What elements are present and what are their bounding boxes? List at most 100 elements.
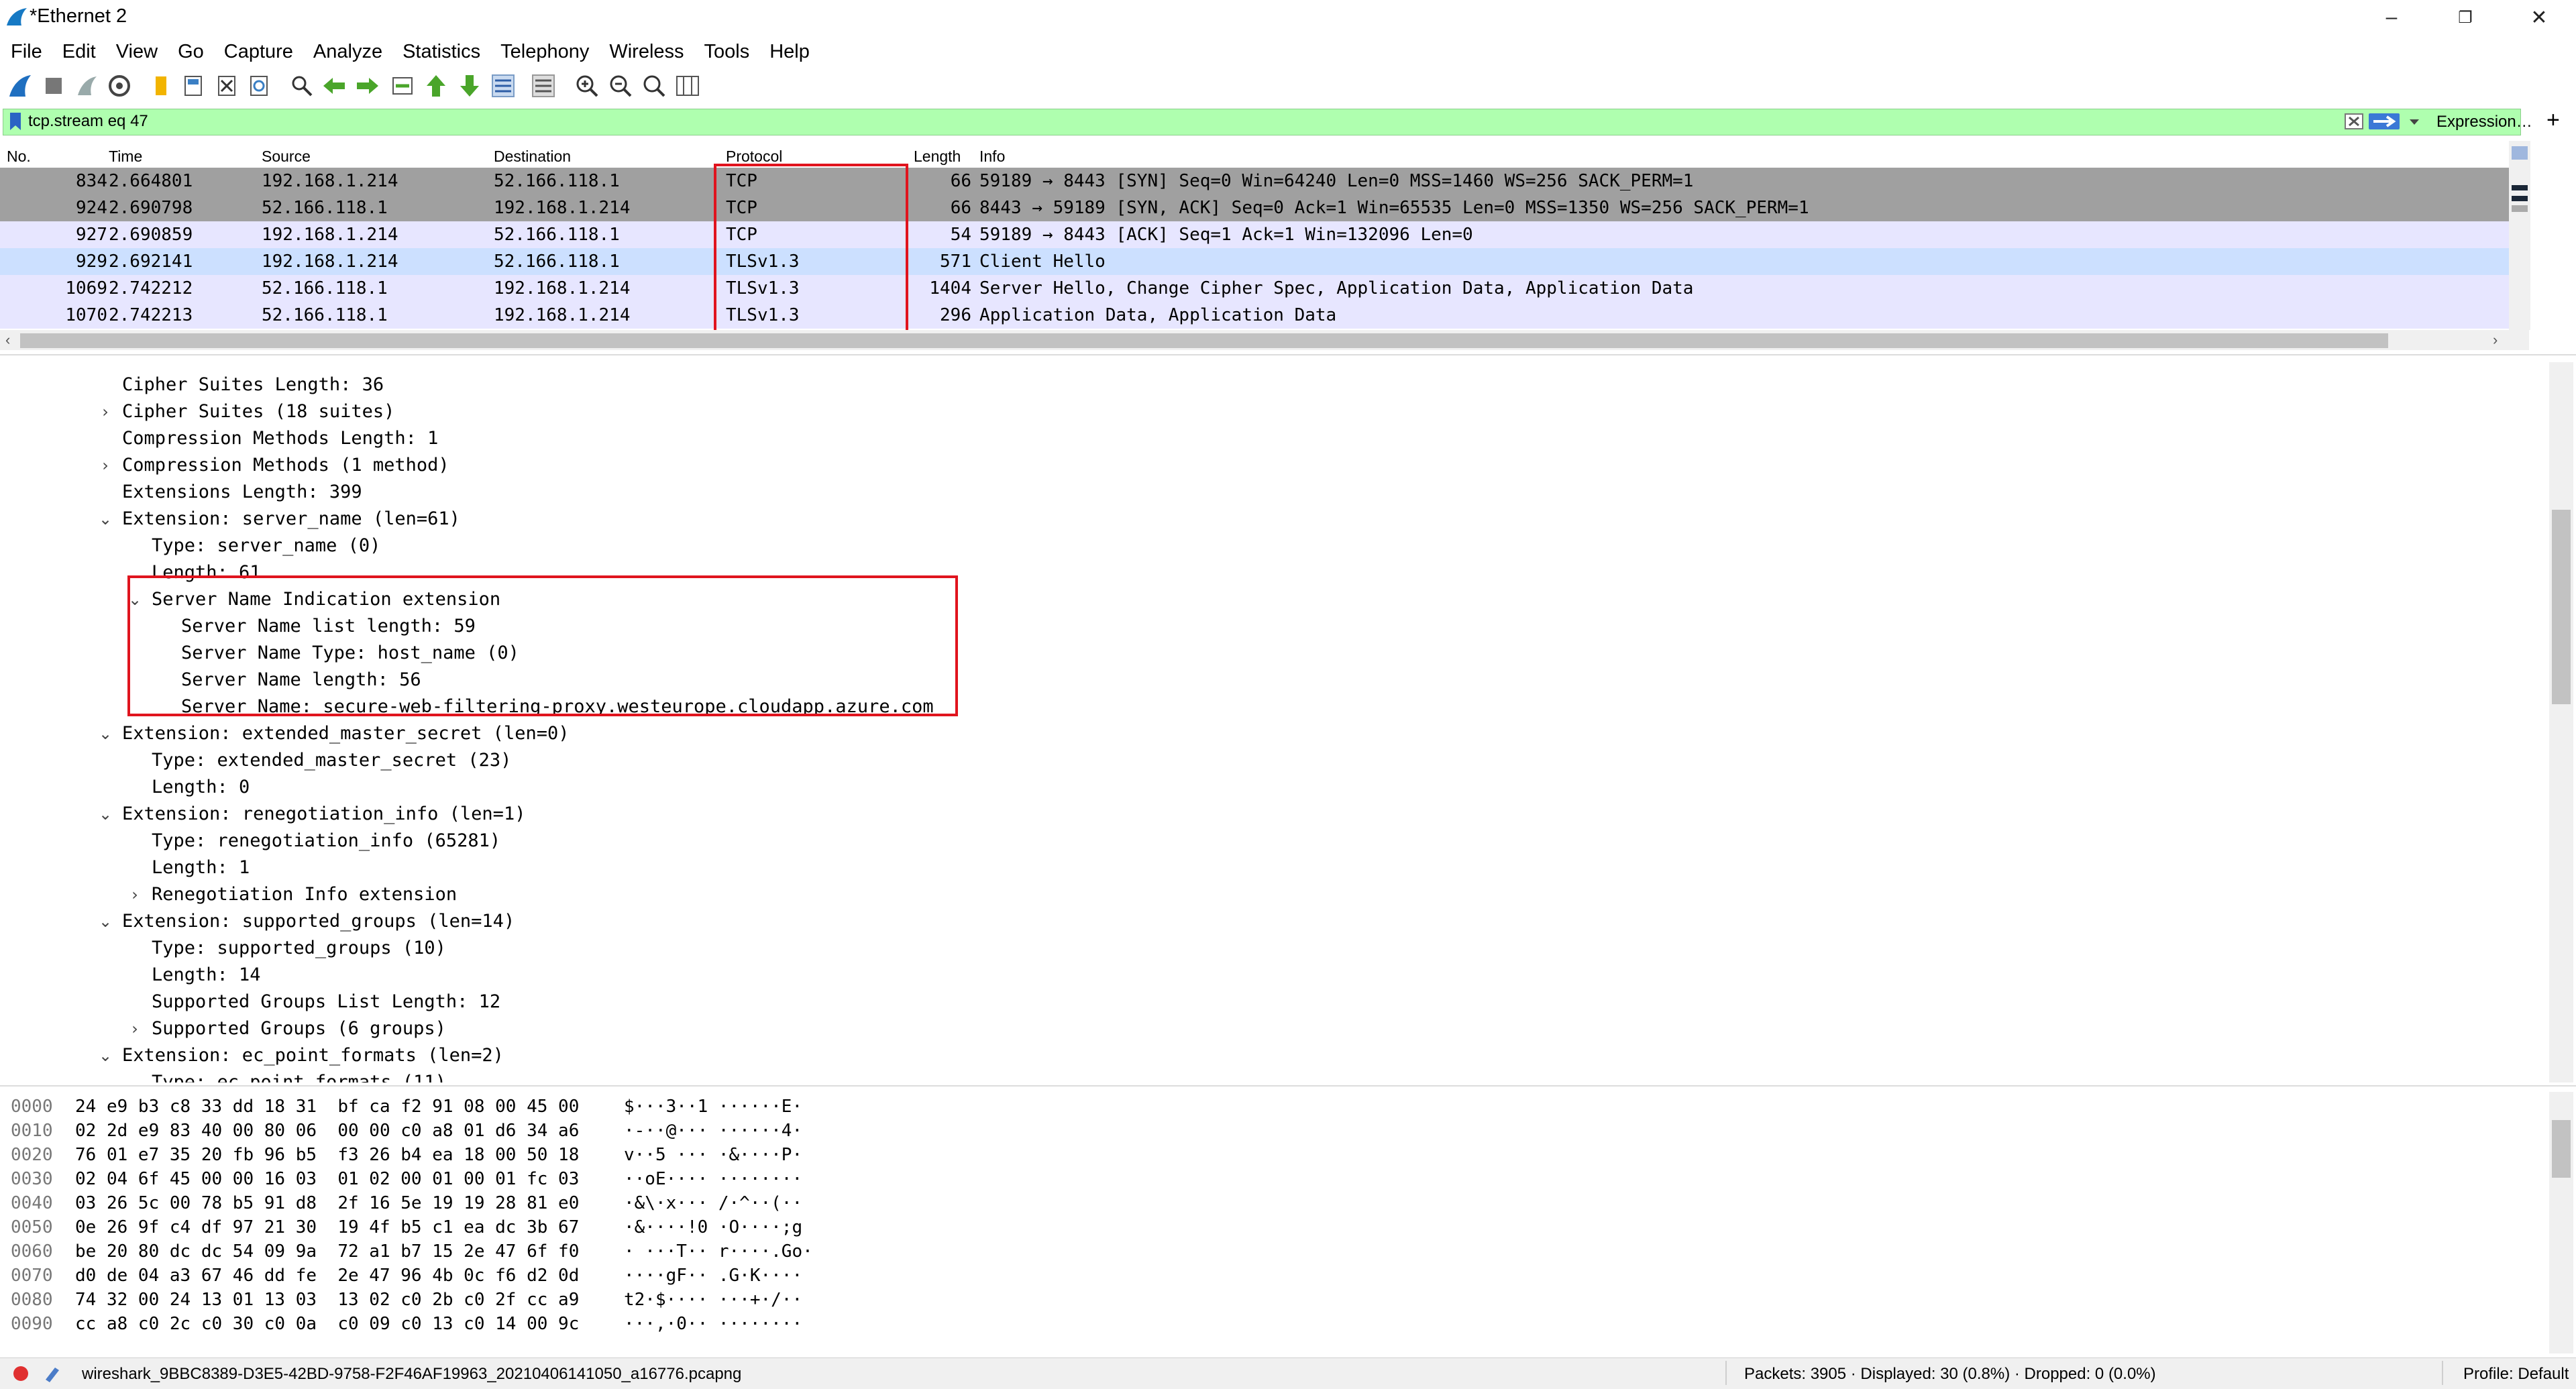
tree-node[interactable]: Type: supported_groups (10) bbox=[152, 935, 446, 962]
filter-history-dropdown-icon[interactable] bbox=[2407, 115, 2422, 129]
restore-button[interactable]: ❐ bbox=[2428, 0, 2502, 35]
collapse-arrow-icon[interactable]: ⌄ bbox=[95, 506, 115, 533]
tree-node[interactable]: Supported Groups List Length: 12 bbox=[152, 989, 500, 1015]
display-filter-input[interactable] bbox=[27, 110, 2344, 133]
column-time[interactable]: Time bbox=[109, 148, 142, 166]
close-button[interactable]: ✕ bbox=[2502, 0, 2576, 35]
column-info[interactable]: Info bbox=[979, 148, 1005, 166]
hex-ascii[interactable]: ··oE···· ········ bbox=[624, 1167, 802, 1191]
tree-node[interactable]: Type: server_name (0) bbox=[152, 533, 380, 559]
hex-bytes[interactable]: 03 26 5c 00 78 b5 91 d8 2f 16 5e 19 19 2… bbox=[75, 1191, 579, 1215]
tree-node[interactable]: Cipher Suites (18 suites) bbox=[122, 398, 394, 425]
details-scroll-thumb[interactable] bbox=[2552, 510, 2571, 704]
hex-ascii[interactable]: ·&\·x··· /·^··(·· bbox=[624, 1191, 802, 1215]
clear-filter-icon[interactable] bbox=[2344, 111, 2364, 131]
bookmark-icon[interactable] bbox=[8, 111, 23, 131]
find-packet-icon[interactable] bbox=[288, 72, 315, 99]
zoom-in-icon[interactable] bbox=[574, 72, 600, 99]
packet-row[interactable]: 929 2.692141 192.168.1.214 52.166.118.1 … bbox=[0, 248, 2509, 275]
menu-edit[interactable]: Edit bbox=[62, 41, 96, 63]
packet-row[interactable]: 1069 2.742212 52.166.118.1 192.168.1.214… bbox=[0, 275, 2509, 302]
hex-ascii[interactable]: ···,·0·· ········ bbox=[624, 1312, 802, 1336]
details-vertical-scrollbar[interactable] bbox=[2549, 362, 2573, 1082]
profile-indicator[interactable]: Profile: Default bbox=[2463, 1365, 2569, 1384]
tree-node[interactable]: Length: 14 bbox=[152, 962, 261, 989]
zoom-out-icon[interactable] bbox=[607, 72, 634, 99]
menu-capture[interactable]: Capture bbox=[224, 41, 293, 63]
menu-wireless[interactable]: Wireless bbox=[609, 41, 684, 63]
tree-node[interactable]: Length: 0 bbox=[152, 774, 250, 801]
expression-button[interactable]: Expression… bbox=[2436, 113, 2532, 131]
pane-divider[interactable] bbox=[0, 1085, 2576, 1087]
hex-ascii[interactable]: v··5 ··· ·&····P· bbox=[624, 1143, 802, 1167]
packet-row[interactable]: 924 2.690798 52.166.118.1 192.168.1.214 … bbox=[0, 195, 2509, 221]
tree-node[interactable]: Length: 1 bbox=[152, 854, 250, 881]
hex-bytes[interactable]: 0e 26 9f c4 df 97 21 30 19 4f b5 c1 ea d… bbox=[75, 1215, 579, 1239]
go-to-packet-icon[interactable] bbox=[389, 72, 416, 99]
hex-bytes[interactable]: 02 04 6f 45 00 00 16 03 01 02 00 01 00 0… bbox=[75, 1167, 579, 1191]
horizontal-scroll-thumb[interactable] bbox=[20, 333, 2388, 348]
scroll-left-icon[interactable]: ‹ bbox=[5, 331, 10, 349]
hex-ascii[interactable]: t2·$···· ···+·/·· bbox=[624, 1288, 802, 1312]
menu-go[interactable]: Go bbox=[178, 41, 204, 63]
tree-node[interactable]: Extension: renegotiation_info (len=1) bbox=[122, 801, 525, 828]
open-file-icon[interactable] bbox=[149, 72, 176, 99]
collapse-arrow-icon[interactable]: ⌄ bbox=[95, 1042, 115, 1069]
menu-telephony[interactable]: Telephony bbox=[500, 41, 589, 63]
expand-arrow-icon[interactable]: › bbox=[125, 1015, 145, 1042]
go-forward-icon[interactable] bbox=[354, 72, 381, 99]
menu-file[interactable]: File bbox=[11, 41, 42, 63]
autoscroll-icon[interactable] bbox=[490, 72, 517, 99]
zoom-normal-icon[interactable] bbox=[641, 72, 667, 99]
capture-comment-icon[interactable] bbox=[42, 1364, 62, 1384]
expert-info-icon[interactable] bbox=[12, 1365, 30, 1382]
minimize-button[interactable]: – bbox=[2355, 0, 2428, 35]
menu-tools[interactable]: Tools bbox=[704, 41, 750, 63]
go-back-icon[interactable] bbox=[321, 72, 347, 99]
packet-row[interactable]: 1070 2.742213 52.166.118.1 192.168.1.214… bbox=[0, 302, 2509, 329]
menu-view[interactable]: View bbox=[116, 41, 158, 63]
hex-ascii[interactable]: ·-··@··· ······4· bbox=[624, 1119, 802, 1143]
packet-list-vertical-scrollbar[interactable] bbox=[2509, 141, 2530, 330]
tree-node[interactable]: Renegotiation Info extension bbox=[152, 881, 457, 908]
column-protocol[interactable]: Protocol bbox=[726, 148, 782, 166]
tree-node[interactable]: Extensions Length: 399 bbox=[122, 479, 362, 506]
column-source[interactable]: Source bbox=[262, 148, 311, 166]
expand-arrow-icon[interactable]: › bbox=[95, 398, 115, 425]
tree-node[interactable]: Extension: ec_point_formats (len=2) bbox=[122, 1042, 504, 1069]
hex-bytes[interactable]: 76 01 e7 35 20 fb 96 b5 f3 26 b4 ea 18 0… bbox=[75, 1143, 579, 1167]
menu-statistics[interactable]: Statistics bbox=[402, 41, 480, 63]
column-no[interactable]: No. bbox=[7, 148, 31, 166]
hex-ascii[interactable]: ····gF·· .G·K···· bbox=[624, 1264, 802, 1288]
colorize-icon[interactable] bbox=[530, 72, 557, 99]
column-length[interactable]: Length bbox=[914, 148, 961, 166]
bytes-scroll-thumb[interactable] bbox=[2552, 1120, 2571, 1178]
tree-node[interactable]: Cipher Suites Length: 36 bbox=[122, 372, 384, 398]
tree-node[interactable]: Extension: extended_master_secret (len=0… bbox=[122, 720, 569, 747]
hex-bytes[interactable]: be 20 80 dc dc 54 09 9a 72 a1 b7 15 2e 4… bbox=[75, 1239, 579, 1264]
hex-bytes[interactable]: d0 de 04 a3 67 46 dd fe 2e 47 96 4b 0c f… bbox=[75, 1264, 579, 1288]
collapse-arrow-icon[interactable]: ⌄ bbox=[95, 720, 115, 747]
last-packet-icon[interactable] bbox=[456, 72, 483, 99]
tree-node[interactable]: Type: ec_point_formats (11) bbox=[152, 1069, 446, 1082]
hex-ascii[interactable]: · ···T·· r····.Go· bbox=[624, 1239, 813, 1264]
column-destination[interactable]: Destination bbox=[494, 148, 571, 166]
collapse-arrow-icon[interactable]: ⌄ bbox=[95, 801, 115, 828]
hex-bytes[interactable]: 74 32 00 24 13 01 13 03 13 02 c0 2b c0 2… bbox=[75, 1288, 579, 1312]
hex-ascii[interactable]: ·&····!0 ·O····;g bbox=[624, 1215, 802, 1239]
tree-node[interactable]: Extension: supported_groups (len=14) bbox=[122, 908, 515, 935]
stop-capture-icon[interactable] bbox=[40, 72, 67, 99]
expand-arrow-icon[interactable]: › bbox=[95, 452, 115, 479]
resize-columns-icon[interactable] bbox=[674, 72, 701, 99]
hex-bytes[interactable]: cc a8 c0 2c c0 30 c0 0a c0 09 c0 13 c0 1… bbox=[75, 1312, 579, 1336]
apply-filter-icon[interactable] bbox=[2368, 111, 2400, 131]
packet-row[interactable]: 834 2.664801 192.168.1.214 52.166.118.1 … bbox=[0, 168, 2509, 195]
tree-node[interactable]: Extension: server_name (len=61) bbox=[122, 506, 460, 533]
hex-bytes[interactable]: 24 e9 b3 c8 33 dd 18 31 bf ca f2 91 08 0… bbox=[75, 1095, 579, 1119]
collapse-arrow-icon[interactable]: ⌄ bbox=[95, 908, 115, 935]
packet-row[interactable]: 927 2.690859 192.168.1.214 52.166.118.1 … bbox=[0, 221, 2509, 248]
menu-help[interactable]: Help bbox=[769, 41, 810, 63]
tree-node[interactable]: Supported Groups (6 groups) bbox=[152, 1015, 446, 1042]
reload-file-icon[interactable] bbox=[246, 72, 272, 99]
scroll-right-icon[interactable]: › bbox=[2493, 331, 2498, 349]
